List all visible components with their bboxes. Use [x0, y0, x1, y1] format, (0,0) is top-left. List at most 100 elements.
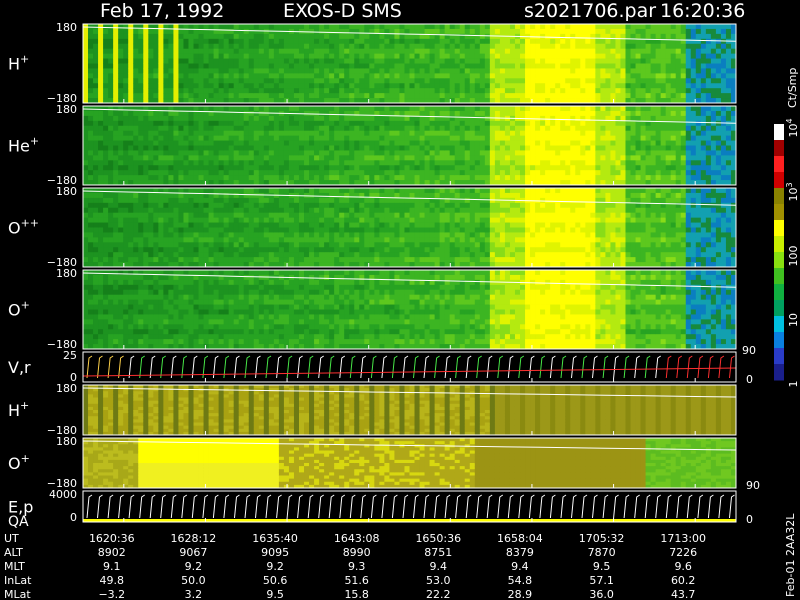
heatmap-cell: [509, 160, 516, 166]
heatmap-cell: [288, 58, 295, 64]
heatmap-cell: [469, 110, 476, 117]
heatmap-cell: [183, 106, 189, 112]
heatmap-cell: [103, 170, 109, 176]
heatmap-cell: [304, 197, 310, 204]
heatmap-cell: [530, 58, 536, 64]
heatmap-cell: [384, 88, 390, 94]
heatmap-cell: [309, 145, 315, 151]
heatmap-cell: [379, 145, 385, 151]
heatmap-cell: [183, 140, 189, 146]
heatmap-cell: [253, 170, 260, 176]
heatmap-cell: [183, 242, 189, 248]
heatmap-cell: [98, 83, 104, 89]
heatmap-cell: [690, 175, 697, 181]
heatmap-cell: [263, 48, 270, 55]
heatmap-cell: [700, 175, 707, 181]
heatmap-cell: [238, 48, 245, 55]
heatmap-cell: [404, 140, 410, 146]
heatmap-cell: [324, 125, 330, 132]
heatmap-cell: [168, 222, 174, 228]
heatmap-cell: [208, 125, 214, 132]
heatmap-cell: [409, 88, 415, 94]
heatmap-cell: [484, 78, 491, 84]
heatmap-cell: [720, 106, 727, 112]
heatmap-cell: [298, 130, 305, 137]
heatmap-cell: [635, 58, 641, 64]
heatmap-cell: [575, 165, 581, 171]
heatmap-cell: [560, 160, 566, 166]
heatmap-cell: [148, 252, 154, 258]
heatmap-cell: [268, 88, 275, 94]
heatmap-cell: [454, 150, 461, 156]
heatmap-cell: [560, 68, 566, 74]
heatmap-cell: [168, 170, 174, 176]
heatmap-cell: [339, 106, 345, 112]
heatmap-cell: [354, 43, 360, 50]
heatmap-cell: [268, 120, 275, 127]
heatmap-cell: [620, 58, 626, 64]
heatmap-cell: [695, 48, 702, 55]
heatmap-cell: [88, 227, 94, 233]
heatmap-cell: [98, 222, 104, 228]
heatmap-cell: [494, 58, 501, 64]
heatmap-cell: [334, 78, 340, 84]
heatmap-cell: [218, 145, 225, 151]
heatmap-cell: [223, 63, 230, 69]
heatmap-cell: [620, 130, 626, 137]
heatmap-cell: [329, 106, 335, 112]
heatmap-cell: [459, 43, 466, 50]
heatmap-cell: [389, 83, 395, 89]
heatmap-cell: [83, 237, 89, 243]
heatmap-cell: [514, 63, 521, 69]
heatmap-cell: [725, 58, 732, 64]
heatmap-cell: [168, 192, 174, 199]
heatmap-cell: [83, 222, 89, 228]
heatmap-cell: [298, 125, 305, 132]
heatmap-cell: [143, 135, 149, 141]
heatmap-cell: [168, 130, 174, 137]
heatmap-cell: [298, 48, 305, 55]
heatmap-cell: [394, 88, 400, 94]
heatmap-cell: [665, 24, 672, 30]
heatmap-cell: [193, 53, 199, 59]
heatmap-cell: [399, 43, 405, 50]
heatmap-cell: [349, 78, 355, 84]
heatmap-cell: [228, 165, 235, 171]
heatmap-cell: [208, 106, 214, 112]
heatmap-cell: [213, 170, 220, 176]
heatmap-cell: [464, 93, 471, 99]
heatmap-cell: [379, 170, 385, 176]
heatmap-cell: [655, 33, 662, 40]
heatmap-cell: [645, 43, 651, 50]
heatmap-cell: [238, 120, 245, 127]
heatmap-cell: [138, 125, 144, 132]
heatmap-cell: [88, 175, 94, 181]
heatmap-cell: [198, 207, 204, 214]
heatmap-cell: [650, 28, 657, 35]
heatmap-cell: [213, 88, 220, 94]
heatmap-cell: [625, 24, 631, 30]
heatmap-cell: [123, 78, 129, 84]
heatmap-cell: [198, 93, 204, 99]
heatmap-cell: [143, 93, 149, 99]
heatmap-cell: [520, 130, 526, 137]
heatmap-cell: [650, 63, 657, 69]
heatmap-cell: [650, 130, 657, 137]
heatmap-cell: [178, 24, 184, 30]
heatmap-cell: [278, 227, 285, 233]
heatmap-cell: [720, 83, 727, 89]
heatmap-cell: [580, 120, 586, 127]
heatmap-cell: [143, 197, 149, 204]
heatmap-cell: [148, 202, 154, 209]
heatmap-cell: [133, 257, 139, 263]
heatmap-cell: [253, 237, 260, 243]
heatmap-cell: [103, 227, 109, 233]
heatmap-cell: [188, 150, 194, 156]
heatmap-cell: [459, 120, 466, 127]
heatmap-cell: [339, 78, 345, 84]
heatmap-cell: [198, 38, 204, 45]
heatmap-cell: [530, 130, 536, 137]
heatmap-cell: [339, 28, 345, 35]
heatmap-cell: [725, 165, 732, 171]
heatmap-cell: [575, 43, 581, 50]
